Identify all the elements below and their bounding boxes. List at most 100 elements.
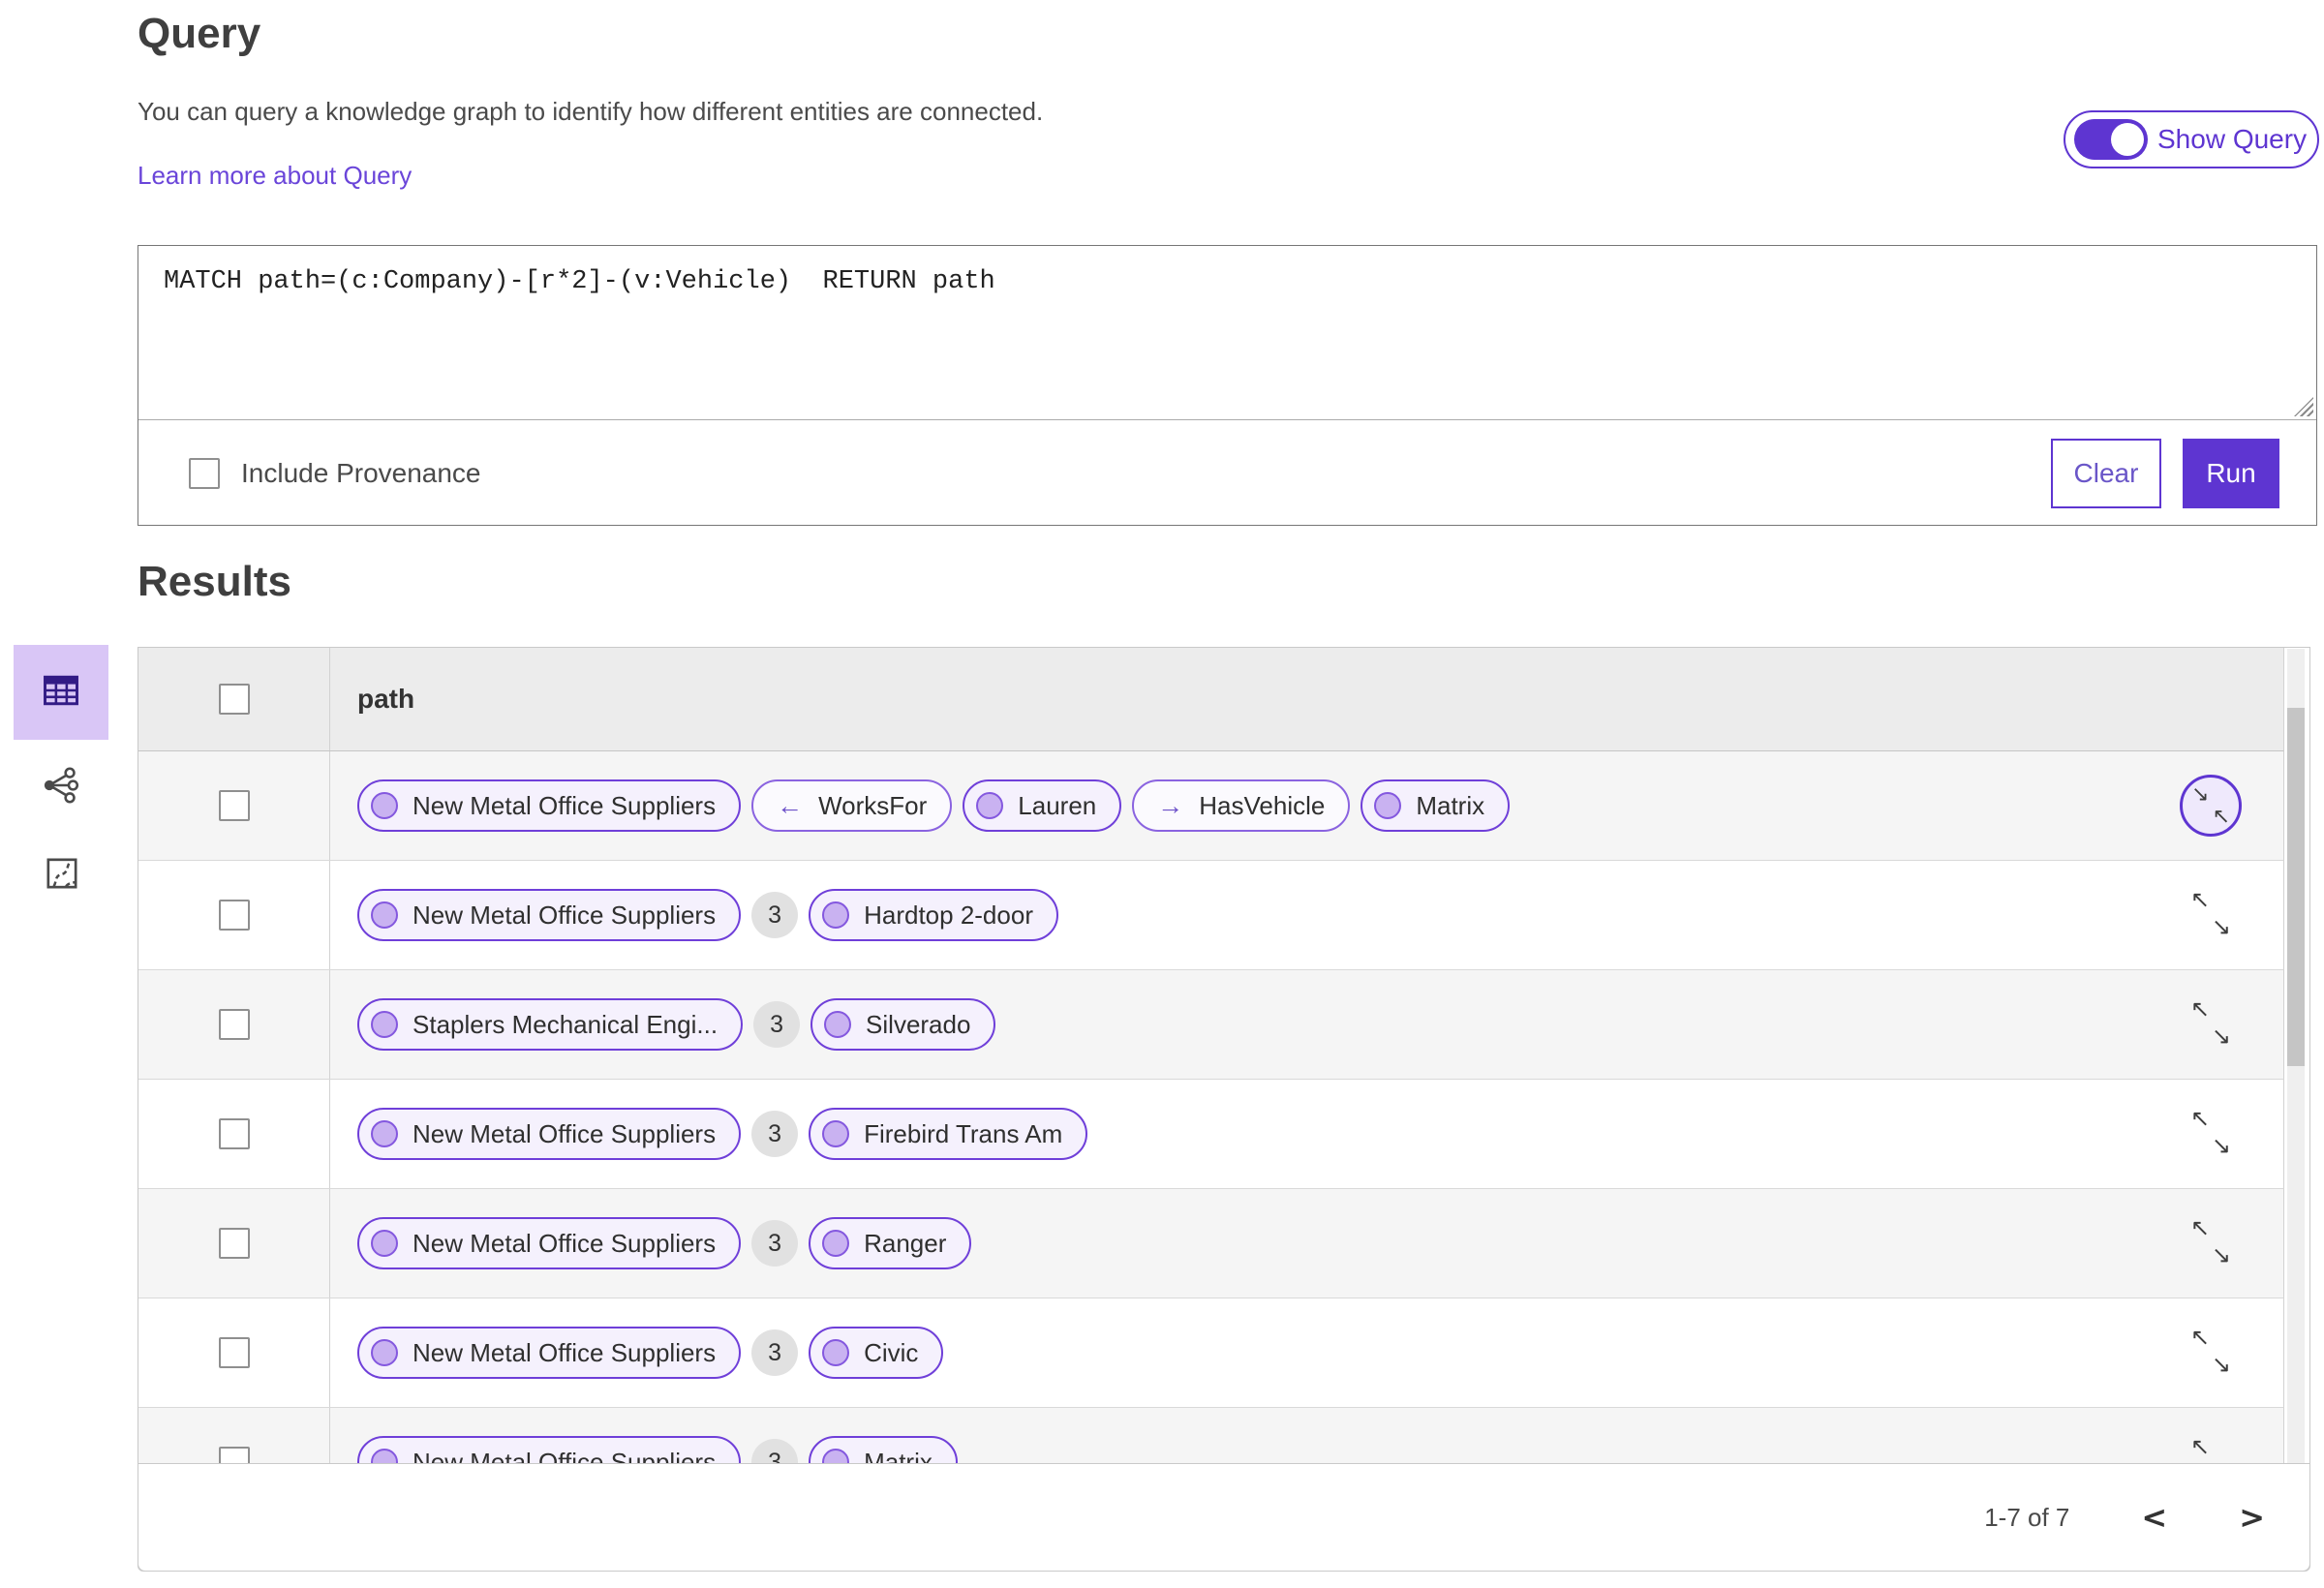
path-cell: New Metal Office Suppliers 3 Firebird Tran… bbox=[330, 1080, 2138, 1188]
pill-label: WorksFor bbox=[818, 790, 928, 820]
include-provenance-label: Include Provenance bbox=[241, 457, 481, 488]
arrow-left-icon: ← bbox=[777, 790, 804, 820]
run-button[interactable]: Run bbox=[2183, 438, 2279, 508]
page-description: You can query a knowledge graph to ident… bbox=[138, 97, 1044, 126]
diag-arrow-icon: ↖ bbox=[2190, 1215, 2211, 1241]
table-row: New Metal Office Suppliers ← WorksFor Laure… bbox=[138, 751, 2284, 861]
pill-label: Civic bbox=[864, 1337, 919, 1367]
table-row: New Metal Office Suppliers 3 Hardtop 2-doo… bbox=[138, 861, 2284, 970]
query-input[interactable]: MATCH path=(c:Company)-[r*2]-(v:Vehicle)… bbox=[138, 246, 2316, 419]
learn-more-link[interactable]: Learn more about Query bbox=[138, 161, 412, 191]
row-checkbox[interactable] bbox=[218, 1337, 250, 1368]
include-provenance-checkbox[interactable] bbox=[189, 457, 220, 489]
row-checkbox-cell bbox=[138, 1298, 330, 1407]
path-cell: New Metal Office Suppliers ← WorksFor Laure… bbox=[330, 751, 2138, 860]
sidebar-item-map-view[interactable] bbox=[43, 854, 81, 898]
table-row: New Metal Office Suppliers 3 Civic ↖ ↘ bbox=[138, 1298, 2284, 1408]
expand-row-button[interactable]: ↖↘ bbox=[2190, 1108, 2231, 1158]
arrow-right-icon: → bbox=[1157, 790, 1184, 820]
hop-count-badge: 3 bbox=[751, 1329, 799, 1376]
entity-pill[interactable]: New Metal Office Suppliers bbox=[357, 1217, 742, 1269]
toggle-switch-icon[interactable] bbox=[2074, 119, 2148, 160]
diag-arrow-icon: ↘ bbox=[2211, 1133, 2231, 1159]
show-query-label: Show Query bbox=[2157, 124, 2308, 154]
diag-arrow-icon: ↘ bbox=[2211, 1242, 2231, 1268]
diag-arrow-icon: ↘ bbox=[2211, 1023, 2231, 1050]
row-checkbox[interactable] bbox=[218, 1118, 250, 1149]
table-row: New Metal Office Suppliers 3 Firebird Tran… bbox=[138, 1080, 2284, 1189]
chevron-right-icon[interactable]: > bbox=[2239, 1499, 2265, 1536]
row-checkbox-cell bbox=[138, 1189, 330, 1298]
link-chart-icon bbox=[39, 767, 81, 810]
expand-row-button[interactable]: ↖↘ bbox=[2190, 998, 2231, 1049]
entity-pill[interactable]: Firebird Trans Am bbox=[809, 1108, 1088, 1160]
show-query-toggle[interactable]: Show Query bbox=[2064, 110, 2319, 168]
collapse-row-button[interactable]: ↘ ↖ bbox=[2180, 775, 2242, 837]
row-checkbox-cell bbox=[138, 1080, 330, 1188]
table-icon bbox=[40, 669, 82, 717]
entity-pill[interactable]: Silverado bbox=[810, 998, 996, 1051]
node-icon bbox=[371, 1120, 398, 1147]
expand-cell: ↖↘ bbox=[2138, 970, 2283, 1079]
pill-label: Lauren bbox=[1018, 790, 1097, 820]
entity-pill[interactable]: Matrix bbox=[1361, 779, 1511, 832]
pill-label: New Metal Office Suppliers bbox=[413, 1118, 717, 1148]
entity-pill[interactable]: Hardtop 2-door bbox=[809, 889, 1058, 941]
toggle-knob bbox=[2111, 123, 2144, 156]
entity-pill[interactable]: Staplers Mechanical Engi... bbox=[357, 998, 744, 1051]
diag-arrow-icon: ↘ bbox=[2191, 781, 2210, 806]
entity-pill[interactable]: New Metal Office Suppliers bbox=[357, 779, 742, 832]
row-checkbox[interactable] bbox=[218, 790, 250, 821]
path-cell: New Metal Office Suppliers 3 Civic bbox=[330, 1298, 2138, 1407]
table-body: New Metal Office Suppliers ← WorksFor Laure… bbox=[138, 751, 2309, 1572]
entity-pill[interactable]: Lauren bbox=[963, 779, 1122, 832]
entity-pill[interactable]: New Metal Office Suppliers bbox=[357, 1108, 742, 1160]
pill-label: Silverado bbox=[866, 1009, 971, 1039]
column-header-path: path bbox=[357, 684, 415, 714]
diag-arrow-icon: ↖ bbox=[2190, 1325, 2211, 1351]
sidebar-item-link-chart-view[interactable] bbox=[39, 764, 81, 811]
pill-label: Ranger bbox=[864, 1228, 947, 1258]
expand-cell: ↖↘ bbox=[2138, 1298, 2283, 1407]
expand-row-button[interactable]: ↖↘ bbox=[2190, 889, 2231, 939]
diag-arrow-icon: ↘ bbox=[2211, 1352, 2231, 1378]
diag-arrow-icon: ↖ bbox=[2190, 1434, 2211, 1460]
relationship-pill[interactable]: ← WorksFor bbox=[751, 779, 953, 832]
diag-arrow-icon: ↖ bbox=[2212, 804, 2230, 828]
scrollbar-thumb[interactable] bbox=[2287, 708, 2305, 1066]
pill-label: Firebird Trans Am bbox=[864, 1118, 1063, 1148]
table-row: New Metal Office Suppliers 3 Ranger ↖ ↘ bbox=[138, 1189, 2284, 1298]
path-cell: Staplers Mechanical Engi... 3 Silverado bbox=[330, 970, 2138, 1079]
row-checkbox-cell bbox=[138, 751, 330, 860]
pill-label: New Metal Office Suppliers bbox=[413, 1337, 717, 1367]
select-all-checkbox[interactable] bbox=[218, 684, 250, 715]
vertical-scrollbar[interactable] bbox=[2287, 649, 2305, 1465]
pill-label: Hardtop 2-door bbox=[864, 900, 1033, 930]
row-checkbox[interactable] bbox=[218, 1009, 250, 1040]
relationship-pill[interactable]: → HasVehicle bbox=[1132, 779, 1351, 832]
expand-row-button[interactable]: ↖↘ bbox=[2190, 1217, 2231, 1268]
expand-row-button[interactable]: ↖↘ bbox=[2190, 1327, 2231, 1377]
node-icon bbox=[371, 901, 398, 929]
header-checkbox-cell bbox=[138, 648, 330, 750]
pill-label: Matrix bbox=[1416, 790, 1485, 820]
entity-pill[interactable]: Ranger bbox=[809, 1217, 972, 1269]
entity-pill[interactable]: New Metal Office Suppliers bbox=[357, 889, 742, 941]
expand-cell: ↖↘ bbox=[2138, 1189, 2283, 1298]
sidebar-item-table-view[interactable] bbox=[14, 645, 108, 740]
row-checkbox[interactable] bbox=[218, 900, 250, 931]
chevron-left-icon[interactable]: < bbox=[2141, 1499, 2167, 1536]
hop-count-badge: 3 bbox=[753, 1001, 801, 1048]
expand-cell: ↖↘ bbox=[2138, 861, 2283, 969]
diag-arrow-icon: ↖ bbox=[2190, 996, 2211, 1023]
pagination-bar: 1-7 of 7 < > bbox=[138, 1463, 2310, 1572]
entity-pill[interactable]: Civic bbox=[809, 1327, 944, 1379]
diag-arrow-icon: ↖ bbox=[2190, 887, 2211, 913]
clear-button[interactable]: Clear bbox=[2051, 438, 2161, 508]
query-editor-area: MATCH path=(c:Company)-[r*2]-(v:Vehicle)… bbox=[138, 246, 2316, 420]
entity-pill[interactable]: New Metal Office Suppliers bbox=[357, 1327, 742, 1379]
path-cell: New Metal Office Suppliers 3 Hardtop 2-doo… bbox=[330, 861, 2138, 969]
table-header-row: path bbox=[138, 648, 2284, 751]
row-checkbox[interactable] bbox=[218, 1228, 250, 1259]
row-checkbox-cell bbox=[138, 861, 330, 969]
